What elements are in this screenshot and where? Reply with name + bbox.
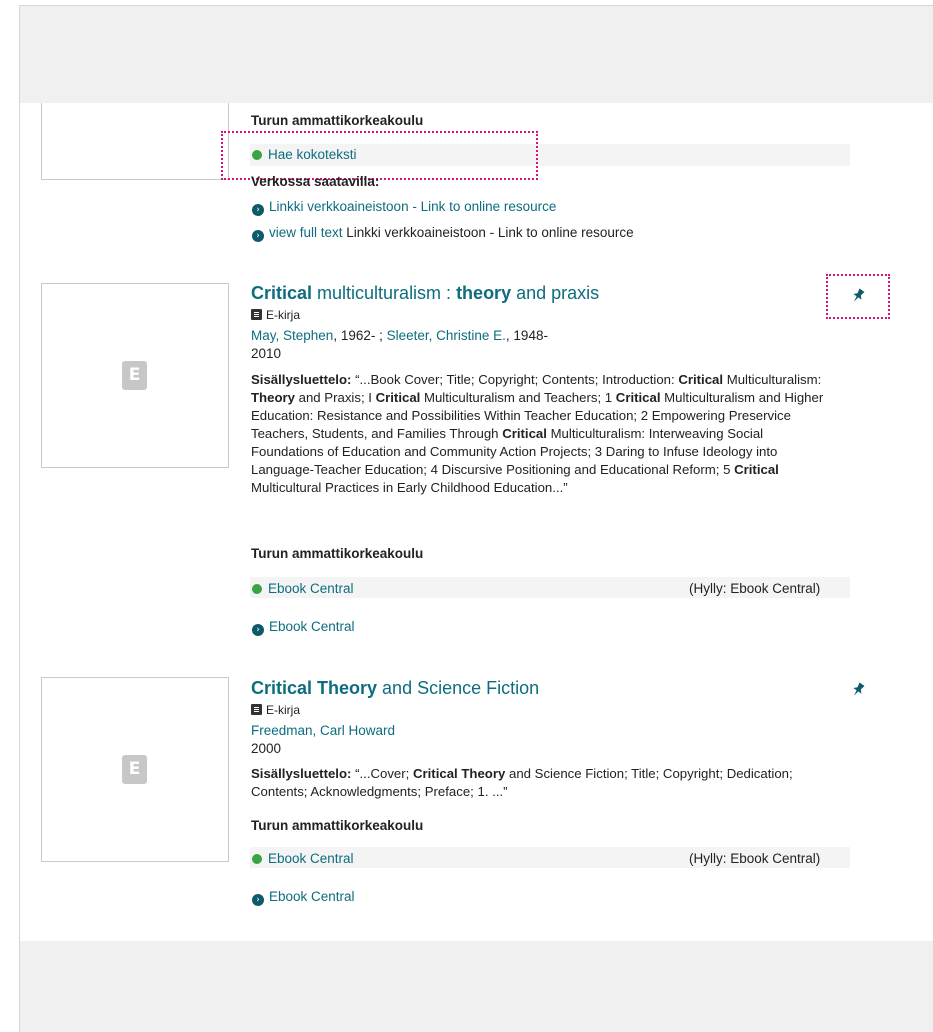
record-institution: Turun ammattikorkeakoulu <box>251 113 424 128</box>
record-title-link[interactable]: Critical multiculturalism : theory and p… <box>251 282 599 304</box>
author-link[interactable]: Sleeter, Christine E. <box>387 328 506 343</box>
record-authors: May, Stephen, 1962- ; Sleeter, Christine… <box>251 328 548 343</box>
record-toc-snippet: Sisällysluettelo: “...Cover; Critical Th… <box>251 766 793 799</box>
ebook-placeholder-icon: E <box>122 361 147 390</box>
record-thumbnail[interactable]: E <box>41 103 229 180</box>
shelf-location: (Hylly: Ebook Central) <box>689 581 821 596</box>
focus-highlight <box>826 274 890 319</box>
ebook-format-icon <box>251 309 262 320</box>
online-available-label: Verkossa saatavilla: <box>251 174 380 189</box>
availability-link[interactable]: Ebook Central <box>252 850 354 868</box>
author-link[interactable]: May, Stephen <box>251 328 333 343</box>
availability-link[interactable]: Ebook Central <box>252 580 354 598</box>
arrow-circle-right-icon: › <box>252 230 264 242</box>
record-thumbnail[interactable]: E <box>41 677 229 862</box>
record-format: E-kirja <box>251 701 300 719</box>
arrow-circle-right-icon: › <box>252 894 264 906</box>
view-fulltext-link[interactable]: › view full text Linkki verkkoaineistoon … <box>252 224 634 242</box>
record-institution: Turun ammattikorkeakoulu <box>251 818 424 833</box>
record-title-link[interactable]: Critical Theory and Science Fiction <box>251 677 539 699</box>
record-year: 2000 <box>251 741 282 756</box>
record-toc-snippet: Sisällysluettelo: “...Book Cover; Title;… <box>251 372 824 495</box>
results-list: E Turun ammattikorkeakoulu Hae kokotekst… <box>20 103 933 941</box>
ebook-placeholder-icon: E <box>122 755 147 784</box>
shelf-location: (Hylly: Ebook Central) <box>689 851 821 866</box>
record-year: 2010 <box>251 346 282 361</box>
pin-icon[interactable] <box>851 682 865 698</box>
arrow-circle-right-icon: › <box>252 204 264 216</box>
record-thumbnail[interactable]: E <box>41 283 229 468</box>
ebook-central-link[interactable]: › Ebook Central <box>252 888 355 906</box>
author-link[interactable]: Freedman, Carl Howard <box>251 722 395 740</box>
available-dot-icon <box>252 584 262 594</box>
arrow-circle-right-icon: › <box>252 624 264 636</box>
record-format: E-kirja <box>251 306 300 324</box>
online-resource-link[interactable]: › Linkki verkkoaineistoon - Link to onlin… <box>252 198 556 216</box>
ebook-format-icon <box>251 704 262 715</box>
record-institution: Turun ammattikorkeakoulu <box>251 546 424 561</box>
ebook-central-link[interactable]: › Ebook Central <box>252 618 355 636</box>
available-dot-icon <box>252 854 262 864</box>
